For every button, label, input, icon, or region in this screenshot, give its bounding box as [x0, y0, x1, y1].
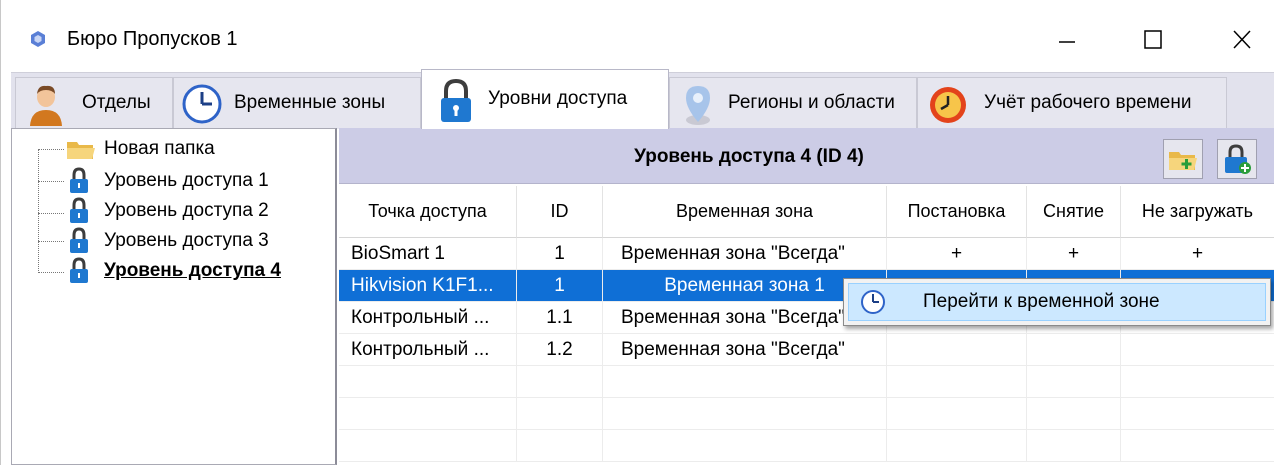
- table-cell[interactable]: +: [1027, 238, 1121, 270]
- table-cell[interactable]: [1121, 334, 1274, 366]
- column-header-disarm[interactable]: Снятие: [1027, 186, 1121, 238]
- lock-icon: [70, 257, 88, 283]
- tree-item-label: Уровень доступа 1: [104, 170, 269, 191]
- lock-icon: [70, 227, 88, 253]
- column-header-do-not-load[interactable]: Не загружать: [1121, 186, 1274, 238]
- table-cell[interactable]: +: [887, 238, 1027, 270]
- table-cell-selected[interactable]: 1: [517, 270, 603, 302]
- lock-icon: [70, 167, 88, 193]
- empty-cell: [887, 366, 1027, 398]
- tab-regions[interactable]: Регионы и области: [669, 77, 917, 129]
- table-cell[interactable]: Временная зона "Всегда": [603, 238, 887, 270]
- panel-header: Уровень доступа 4 (ID 4): [339, 128, 1274, 184]
- table-cell[interactable]: 1.1: [517, 302, 603, 334]
- person-icon: [30, 85, 62, 126]
- panel-title: Уровень доступа 4 (ID 4): [634, 146, 864, 167]
- empty-cell: [1121, 430, 1274, 462]
- empty-cell: [603, 398, 887, 430]
- tree-item-new-folder[interactable]: Новая папка: [66, 135, 215, 163]
- empty-cell: [603, 366, 887, 398]
- map-pin-icon: [686, 86, 710, 125]
- tab-time-zones[interactable]: Временные зоны: [173, 77, 421, 129]
- tree-line: [38, 149, 39, 273]
- alarm-clock-icon: [930, 87, 966, 123]
- title-bar: Бюро Пропусков 1: [1, 0, 1274, 72]
- app-window: Бюро Пропусков 1 Отделы Временные зоны У…: [0, 0, 1274, 465]
- empty-cell: [887, 398, 1027, 430]
- empty-cell: [517, 366, 603, 398]
- tab-access-levels[interactable]: Уровни доступа: [421, 69, 669, 129]
- add-folder-icon: [1169, 152, 1197, 170]
- table-cell[interactable]: +: [1121, 238, 1274, 270]
- tree-item-access-level-3[interactable]: Уровень доступа 3: [68, 227, 269, 255]
- lock-icon: [70, 197, 88, 223]
- empty-cell: [339, 430, 517, 462]
- empty-cell: [1121, 366, 1274, 398]
- tree-item-label: Уровень доступа 4: [104, 260, 281, 281]
- tab-label: Регионы и области: [728, 92, 895, 113]
- empty-cell: [1027, 366, 1121, 398]
- table-cell[interactable]: [887, 334, 1027, 366]
- tree-item-access-level-1[interactable]: Уровень доступа 1: [68, 167, 269, 195]
- window-title: Бюро Пропусков 1: [67, 28, 238, 50]
- menu-item-label: Перейти к временной зоне: [923, 291, 1160, 312]
- tab-departments[interactable]: Отделы: [15, 77, 173, 129]
- table-cell[interactable]: Контрольный ...: [339, 334, 517, 366]
- close-icon: [1233, 30, 1251, 49]
- tree-line: [38, 213, 64, 214]
- empty-cell: [517, 398, 603, 430]
- tab-work-time[interactable]: Учёт рабочего времени: [917, 77, 1227, 129]
- empty-cell: [1027, 398, 1121, 430]
- tree-line: [38, 149, 64, 150]
- app-icon: [31, 31, 45, 47]
- empty-cell: [339, 366, 517, 398]
- tab-label: Уровни доступа: [488, 88, 628, 109]
- empty-cell: [603, 430, 887, 462]
- table-cell[interactable]: Временная зона "Всегда": [603, 334, 887, 366]
- tab-strip: Отделы Временные зоны Уровни доступа Рег…: [11, 69, 1274, 129]
- table-cell-selected[interactable]: Hikvision K1F1...: [339, 270, 517, 302]
- close-button[interactable]: [1223, 22, 1263, 58]
- table-cell[interactable]: 1.2: [517, 334, 603, 366]
- tab-label: Временные зоны: [234, 92, 386, 113]
- minimize-icon: [1059, 41, 1075, 43]
- padlock-icon: [441, 78, 471, 122]
- empty-cell: [1121, 398, 1274, 430]
- table-cell[interactable]: [1027, 334, 1121, 366]
- maximize-icon: [1144, 30, 1162, 49]
- folder-icon: [67, 142, 95, 159]
- minimize-button[interactable]: [1047, 22, 1087, 58]
- tab-label: Отделы: [82, 92, 151, 113]
- table-cell[interactable]: Контрольный ...: [339, 302, 517, 334]
- add-folder-button[interactable]: [1163, 139, 1203, 179]
- empty-cell: [517, 430, 603, 462]
- tree-item-access-level-4[interactable]: Уровень доступа 4: [68, 257, 281, 285]
- tree-item-label: Уровень доступа 2: [104, 200, 269, 221]
- empty-cell: [1027, 430, 1121, 462]
- table-cell[interactable]: 1: [517, 238, 603, 270]
- empty-cell: [887, 430, 1027, 462]
- tree-line: [38, 181, 64, 182]
- column-header-access-point[interactable]: Точка доступа: [339, 186, 517, 238]
- maximize-button[interactable]: [1133, 22, 1173, 58]
- column-header-arm[interactable]: Постановка: [887, 186, 1027, 238]
- context-menu: Перейти к временной зоне: [843, 278, 1271, 326]
- access-level-tree[interactable]: Новая папка Уровень доступа 1 Уровень до…: [11, 128, 337, 465]
- tree-item-access-level-2[interactable]: Уровень доступа 2: [68, 197, 269, 225]
- tree-item-label: Новая папка: [104, 138, 215, 159]
- tab-label: Учёт рабочего времени: [984, 92, 1192, 113]
- empty-cell: [339, 398, 517, 430]
- add-access-level-button[interactable]: [1217, 139, 1257, 179]
- add-lock-icon: [1225, 144, 1251, 174]
- column-header-id[interactable]: ID: [517, 186, 603, 238]
- tree-item-label: Уровень доступа 3: [104, 230, 269, 251]
- clock-icon: [861, 290, 885, 314]
- clock-icon: [182, 84, 222, 124]
- table-cell[interactable]: BioSmart 1: [339, 238, 517, 270]
- tree-line: [38, 272, 64, 273]
- column-header-time-zone[interactable]: Временная зона: [603, 186, 887, 238]
- tree-line: [38, 241, 64, 242]
- menu-item-go-to-time-zone[interactable]: Перейти к временной зоне: [848, 283, 1266, 321]
